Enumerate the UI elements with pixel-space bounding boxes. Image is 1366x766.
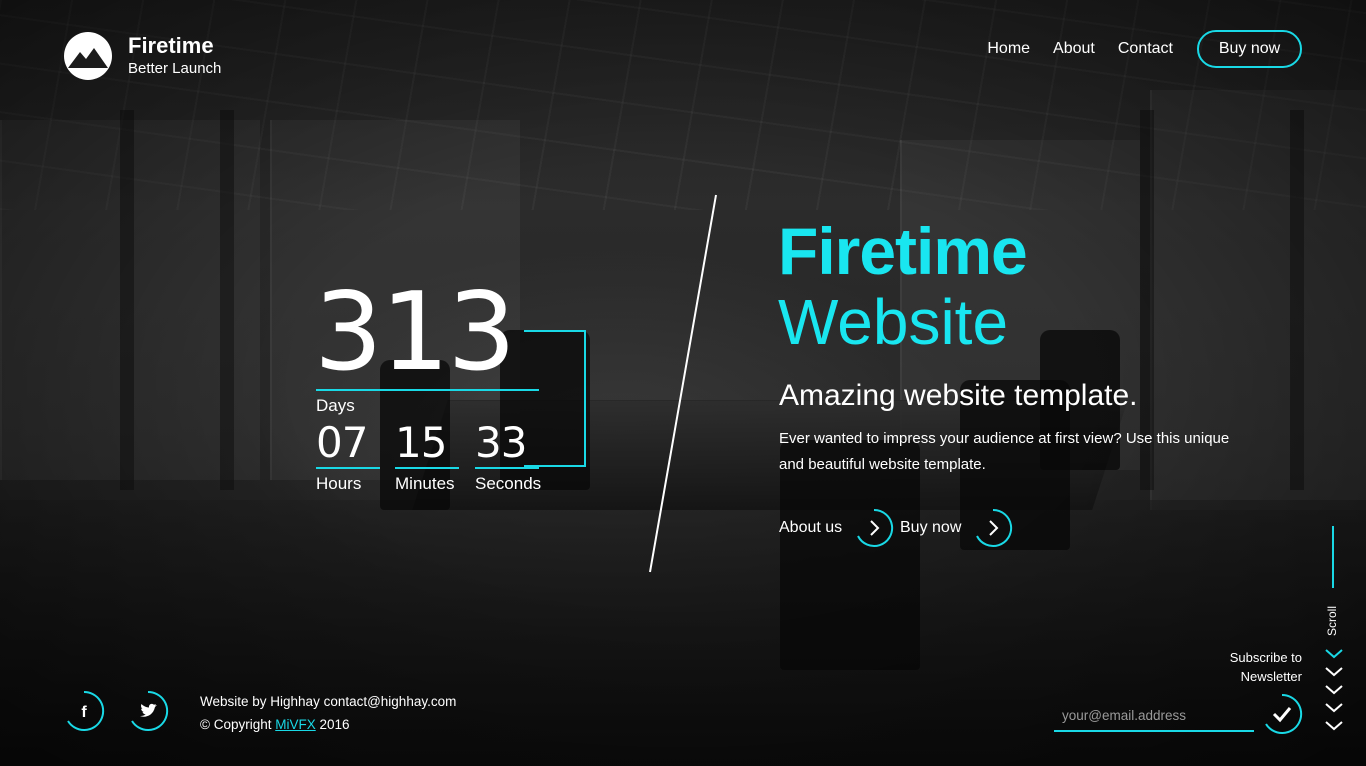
buy-now-label: Buy now	[900, 519, 962, 536]
chevron-right-icon	[976, 508, 1013, 547]
newsletter-label: Subscribe to Newsletter	[1200, 648, 1302, 686]
hero-description: Ever wanted to impress your audience at …	[779, 430, 1230, 473]
chevron-down-icon	[1325, 649, 1343, 659]
countdown-minutes-value: 15	[395, 418, 447, 467]
days-underline	[316, 389, 539, 391]
hero-tagline: Amazing website template.	[779, 379, 1138, 412]
chevron-right-icon	[857, 508, 894, 547]
countdown-seconds-label: Seconds	[475, 474, 542, 493]
newsletter-email-input[interactable]	[1054, 700, 1254, 732]
scroll-line	[1332, 526, 1334, 588]
countdown-seconds: 33 Seconds	[475, 420, 541, 494]
chevron-down-icon	[1325, 721, 1343, 731]
about-us-button[interactable]: About us	[779, 508, 894, 548]
scroll-chevrons[interactable]	[1324, 646, 1344, 736]
countdown-minutes: 15 Minutes	[395, 420, 459, 494]
countdown-seconds-value: 33	[475, 418, 527, 467]
svg-text:f: f	[81, 704, 87, 721]
countdown-days-value: 313	[314, 270, 516, 395]
countdown-hours-value: 07	[316, 418, 368, 467]
newsletter-submit-button[interactable]	[1261, 693, 1303, 735]
facebook-icon[interactable]: f	[63, 690, 105, 732]
copyright-prefix: © Copyright	[200, 717, 276, 732]
copyright-link[interactable]: MiVFX	[275, 717, 316, 732]
minutes-underline	[395, 467, 459, 469]
footer-credit-line: Website by Highhay contact@highhay.com	[200, 694, 457, 709]
countdown-days-label: Days	[316, 396, 355, 415]
countdown-hours-label: Hours	[316, 474, 362, 493]
buy-now-button[interactable]: Buy now	[900, 508, 1013, 548]
chevron-down-icon	[1325, 685, 1343, 695]
countdown-minutes-label: Minutes	[395, 474, 455, 493]
hero-title-light: Website	[778, 286, 1009, 358]
copyright-year: 2016	[315, 717, 350, 732]
chevron-down-icon	[1325, 667, 1343, 677]
checkmark-icon	[1265, 693, 1303, 734]
countdown-hours: 07 Hours	[316, 420, 380, 494]
seconds-underline	[475, 467, 539, 469]
diagonal-divider	[649, 194, 717, 573]
scroll-label[interactable]: Scroll	[1325, 606, 1339, 636]
footer-copyright: © Copyright MiVFX 2016	[200, 713, 456, 736]
twitter-icon[interactable]	[127, 690, 169, 732]
chevron-down-icon	[1325, 703, 1343, 713]
hero-title-bold: Firetime	[778, 214, 1028, 288]
about-us-label: About us	[779, 519, 843, 536]
newsletter-label-line2: Newsletter	[1240, 669, 1302, 684]
hours-underline	[316, 467, 380, 469]
newsletter-label-line1: Subscribe to	[1229, 650, 1302, 665]
footer-credits: Website by Highhay contact@highhay.com ©…	[200, 690, 456, 736]
